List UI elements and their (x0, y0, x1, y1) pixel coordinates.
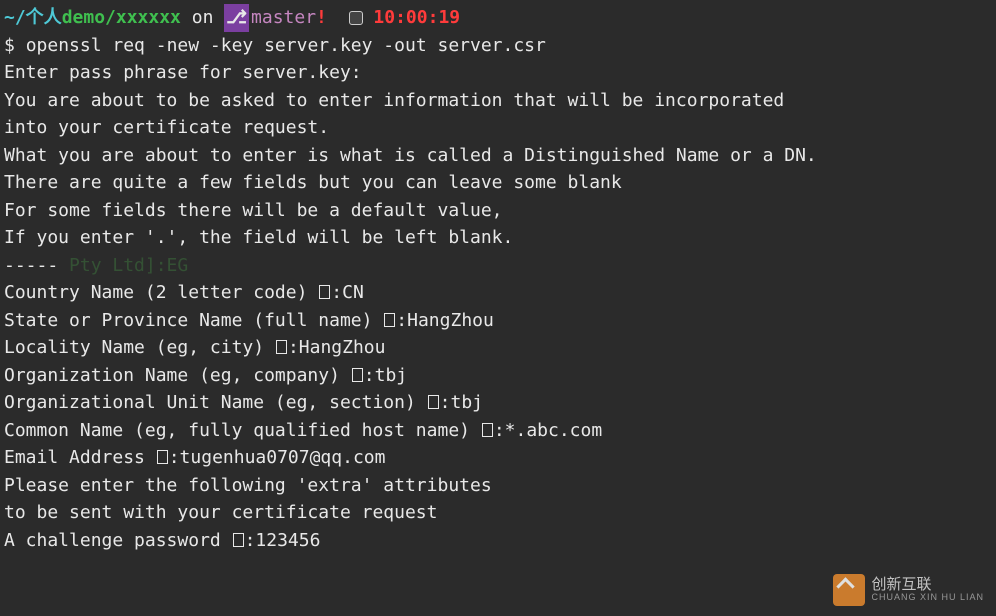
box-icon (319, 285, 330, 299)
watermark-brand: 创新互联 (871, 577, 984, 594)
ghost-text: Pty Ltd]:EG (58, 255, 188, 276)
output-line: There are quite a few fields but you can… (4, 169, 992, 197)
on-text: on (181, 7, 224, 28)
output-line: Enter pass phrase for server.key: (4, 59, 992, 87)
prompt-time: 10:00:19 (373, 7, 460, 28)
input-line-locality: Locality Name (eg, city) :HangZhou (4, 334, 992, 362)
output-line: Please enter the following 'extra' attri… (4, 472, 992, 500)
output-line: You are about to be asked to enter infor… (4, 87, 992, 115)
output-line: to be sent with your certificate request (4, 499, 992, 527)
command-text: openssl req -new -key server.key -out se… (26, 35, 546, 56)
input-line-ou: Organizational Unit Name (eg, section) :… (4, 389, 992, 417)
box-icon (482, 423, 493, 437)
box-icon (157, 450, 168, 464)
ps1: $ (4, 35, 26, 56)
terminal[interactable]: ~/个人demo/xxxxxx on ⎇master! 10:00:19 $ o… (4, 4, 992, 554)
clock-icon (349, 11, 363, 25)
box-icon (233, 533, 244, 547)
command-line[interactable]: $ openssl req -new -key server.key -out … (4, 32, 992, 60)
input-line-challenge: A challenge password :123456 (4, 527, 992, 555)
watermark: 创新互联 CHUANG XIN HU LIAN (833, 574, 984, 606)
branch-icon: ⎇ (224, 4, 249, 32)
watermark-sub: CHUANG XIN HU LIAN (871, 593, 984, 603)
output-line: What you are about to enter is what is c… (4, 142, 992, 170)
path-demo: demo/xxxxxx (62, 7, 181, 28)
output-line: If you enter '.', the field will be left… (4, 224, 992, 252)
watermark-logo-icon (833, 574, 865, 606)
path-home: ~/个人 (4, 7, 62, 28)
box-icon (276, 340, 287, 354)
output-line: For some fields there will be a default … (4, 197, 992, 225)
prompt-line: ~/个人demo/xxxxxx on ⎇master! 10:00:19 (4, 4, 992, 32)
input-line-org: Organization Name (eg, company) :tbj (4, 362, 992, 390)
watermark-text: 创新互联 CHUANG XIN HU LIAN (871, 577, 984, 603)
input-line-email: Email Address :tugenhua0707@qq.com (4, 444, 992, 472)
output-line: into your certificate request. (4, 114, 992, 142)
bang: ! (316, 7, 327, 28)
input-line-state: State or Province Name (full name) :Hang… (4, 307, 992, 335)
output-line: ----- Pty Ltd]:EG (4, 252, 992, 280)
input-line-country: Country Name (2 letter code) :CN (4, 279, 992, 307)
branch-name: master (251, 7, 316, 28)
box-icon (352, 368, 363, 382)
input-line-cn: Common Name (eg, fully qualified host na… (4, 417, 992, 445)
box-icon (428, 395, 439, 409)
box-icon (384, 313, 395, 327)
